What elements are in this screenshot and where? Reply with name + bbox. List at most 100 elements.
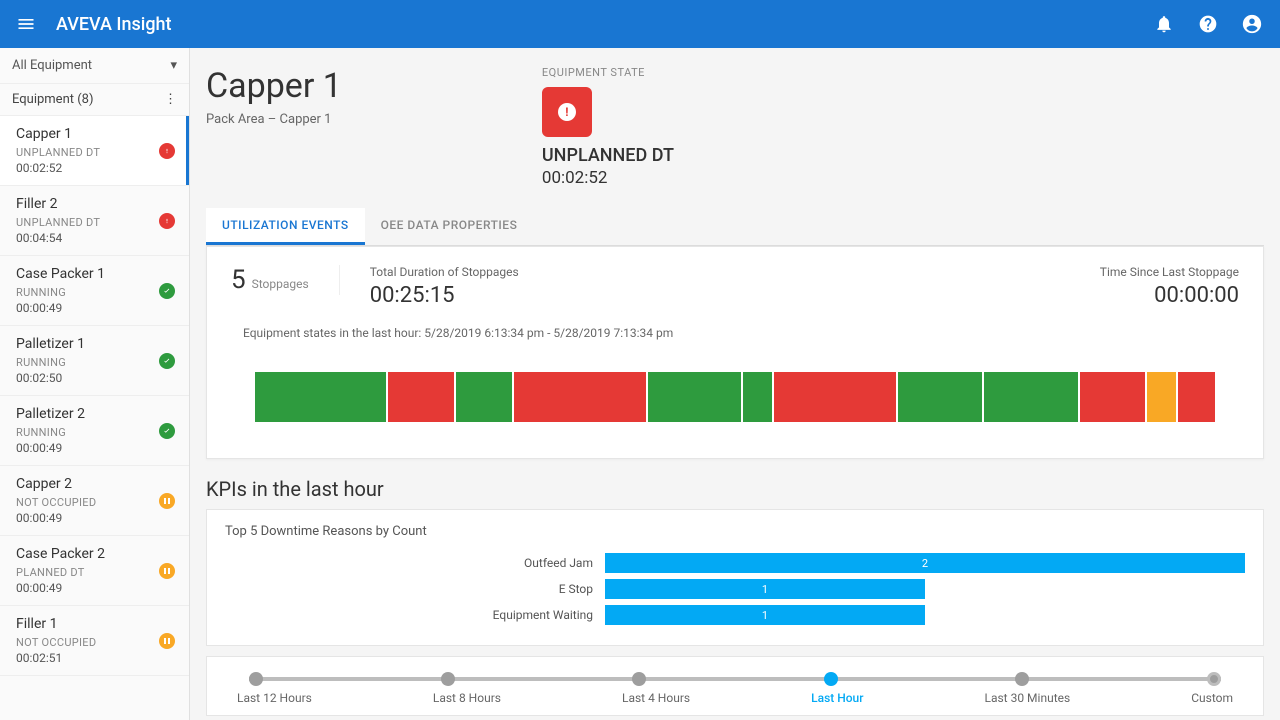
kpi-card-title: Top 5 Downtime Reasons by Count <box>225 524 1245 539</box>
status-badge <box>159 213 175 229</box>
timeline-segment <box>1080 372 1146 422</box>
tab[interactable]: UTILIZATION EVENTS <box>206 208 365 245</box>
timeline-segment <box>255 372 386 422</box>
timeslider-label[interactable]: Last 8 Hours <box>433 691 501 705</box>
timeline-segment <box>514 372 645 422</box>
timeline-segment <box>1147 372 1175 422</box>
timeline-segment <box>388 372 454 422</box>
bar-fill: 2 <box>605 553 1245 573</box>
state-section-label: EQUIPMENT STATE <box>542 66 674 79</box>
timeslider-label[interactable]: Last 4 Hours <box>622 691 690 705</box>
error-icon: ! <box>558 103 576 121</box>
bar-fill: 1 <box>605 605 925 625</box>
sidebar: All Equipment ▾ Equipment (8) ⋮ Capper 1… <box>0 48 190 720</box>
timeslider-label[interactable]: Last 30 Minutes <box>985 691 1071 705</box>
bar-row: E Stop 1 <box>225 579 1245 599</box>
timeslider-label[interactable]: Last 12 Hours <box>237 691 312 705</box>
utilization-card: 5 Stoppages Total Duration of Stoppages … <box>206 246 1264 459</box>
state-tile: ! <box>542 87 592 137</box>
timeline-segment <box>648 372 742 422</box>
kpi-card: Top 5 Downtime Reasons by Count Outfeed … <box>206 509 1264 646</box>
bar-label: E Stop <box>225 582 605 596</box>
total-duration-value: 00:25:15 <box>370 283 519 308</box>
bar-label: Equipment Waiting <box>225 608 605 622</box>
timeslider-dot[interactable] <box>249 672 263 686</box>
stoppages-count: 5 <box>231 265 246 295</box>
status-badge <box>159 283 175 299</box>
sidebar-filter-label: All Equipment <box>12 58 92 73</box>
status-badge <box>159 353 175 369</box>
more-vert-icon[interactable]: ⋮ <box>164 92 177 107</box>
equipment-duration: 00:00:49 <box>16 441 177 455</box>
kpi-section-title: KPIs in the last hour <box>206 477 1264 501</box>
sidebar-list-header: Equipment (8) ⋮ <box>0 84 189 116</box>
bar-fill: 1 <box>605 579 925 599</box>
account-icon[interactable] <box>1240 12 1264 36</box>
app-title: AVEVA Insight <box>56 14 1132 35</box>
equipment-duration: 00:02:52 <box>16 161 177 175</box>
timeline-segment <box>1178 372 1216 422</box>
time-range-slider[interactable]: Last 12 Hours Last 8 Hours Last 4 Hours Las… <box>206 656 1264 716</box>
timeslider-dot[interactable] <box>632 672 646 686</box>
timeslider-dot[interactable] <box>1015 672 1029 686</box>
sidebar-header-label: Equipment (8) <box>12 92 94 107</box>
equipment-duration: 00:00:49 <box>16 581 177 595</box>
sidebar-item[interactable]: Case Packer 1 RUNNING 00:00:49 <box>0 256 189 326</box>
status-badge <box>159 493 175 509</box>
equipment-state: UNPLANNED DT <box>16 216 177 229</box>
equipment-state: NOT OCCUPIED <box>16 496 177 509</box>
timeline-segment <box>456 372 512 422</box>
sidebar-filter[interactable]: All Equipment ▾ <box>0 48 189 84</box>
timeline-segment <box>743 372 771 422</box>
sidebar-item[interactable]: Palletizer 2 RUNNING 00:00:49 <box>0 396 189 466</box>
timeslider-dot[interactable] <box>441 672 455 686</box>
bar-row: Outfeed Jam 2 <box>225 553 1245 573</box>
status-badge <box>159 423 175 439</box>
equipment-name: Case Packer 2 <box>16 546 177 562</box>
status-badge <box>159 563 175 579</box>
sidebar-item[interactable]: Case Packer 2 PLANNED DT 00:00:49 <box>0 536 189 606</box>
equipment-duration: 00:00:49 <box>16 301 177 315</box>
stoppages-label: Stoppages <box>252 277 309 291</box>
app-header: AVEVA Insight <box>0 0 1280 48</box>
bar-row: Equipment Waiting 1 <box>225 605 1245 625</box>
state-timeline <box>255 372 1215 422</box>
timeslider-dot[interactable] <box>1207 672 1221 686</box>
equipment-state: RUNNING <box>16 286 177 299</box>
equipment-state: NOT OCCUPIED <box>16 636 177 649</box>
bar-label: Outfeed Jam <box>225 556 605 570</box>
chevron-down-icon: ▾ <box>170 58 177 73</box>
sidebar-item[interactable]: Capper 1 UNPLANNED DT 00:02:52 <box>0 116 189 186</box>
timeline-segment <box>774 372 896 422</box>
equipment-duration: 00:00:49 <box>16 511 177 525</box>
timeline-segment <box>898 372 982 422</box>
equipment-state: PLANNED DT <box>16 566 177 579</box>
sidebar-item[interactable]: Palletizer 1 RUNNING 00:02:50 <box>0 326 189 396</box>
help-icon[interactable] <box>1196 12 1220 36</box>
timeslider-label[interactable]: Custom <box>1191 691 1233 705</box>
menu-icon[interactable] <box>16 14 36 34</box>
equipment-state: RUNNING <box>16 426 177 439</box>
equipment-state: UNPLANNED DT <box>16 146 177 159</box>
total-duration-label: Total Duration of Stoppages <box>370 265 519 279</box>
tab[interactable]: OEE DATA PROPERTIES <box>365 208 534 245</box>
status-badge <box>159 143 175 159</box>
state-name: UNPLANNED DT <box>542 145 674 166</box>
timeslider-dot[interactable] <box>824 672 838 686</box>
equipment-name: Capper 1 <box>16 126 177 142</box>
equipment-duration: 00:02:51 <box>16 651 177 665</box>
timeslider-label[interactable]: Last Hour <box>811 691 863 705</box>
bell-icon[interactable] <box>1152 12 1176 36</box>
sidebar-item[interactable]: Capper 2 NOT OCCUPIED 00:00:49 <box>0 466 189 536</box>
equipment-duration: 00:04:54 <box>16 231 177 245</box>
sidebar-item[interactable]: Filler 2 UNPLANNED DT 00:04:54 <box>0 186 189 256</box>
state-duration: 00:02:52 <box>542 168 674 188</box>
sidebar-item[interactable]: Filler 1 NOT OCCUPIED 00:02:51 <box>0 606 189 676</box>
timeline-segment <box>984 372 1078 422</box>
range-note: Equipment states in the last hour: 5/28/… <box>207 312 1263 344</box>
equipment-name: Capper 2 <box>16 476 177 492</box>
equipment-state: RUNNING <box>16 356 177 369</box>
equipment-name: Case Packer 1 <box>16 266 177 282</box>
status-badge <box>159 633 175 649</box>
equipment-name: Filler 1 <box>16 616 177 632</box>
